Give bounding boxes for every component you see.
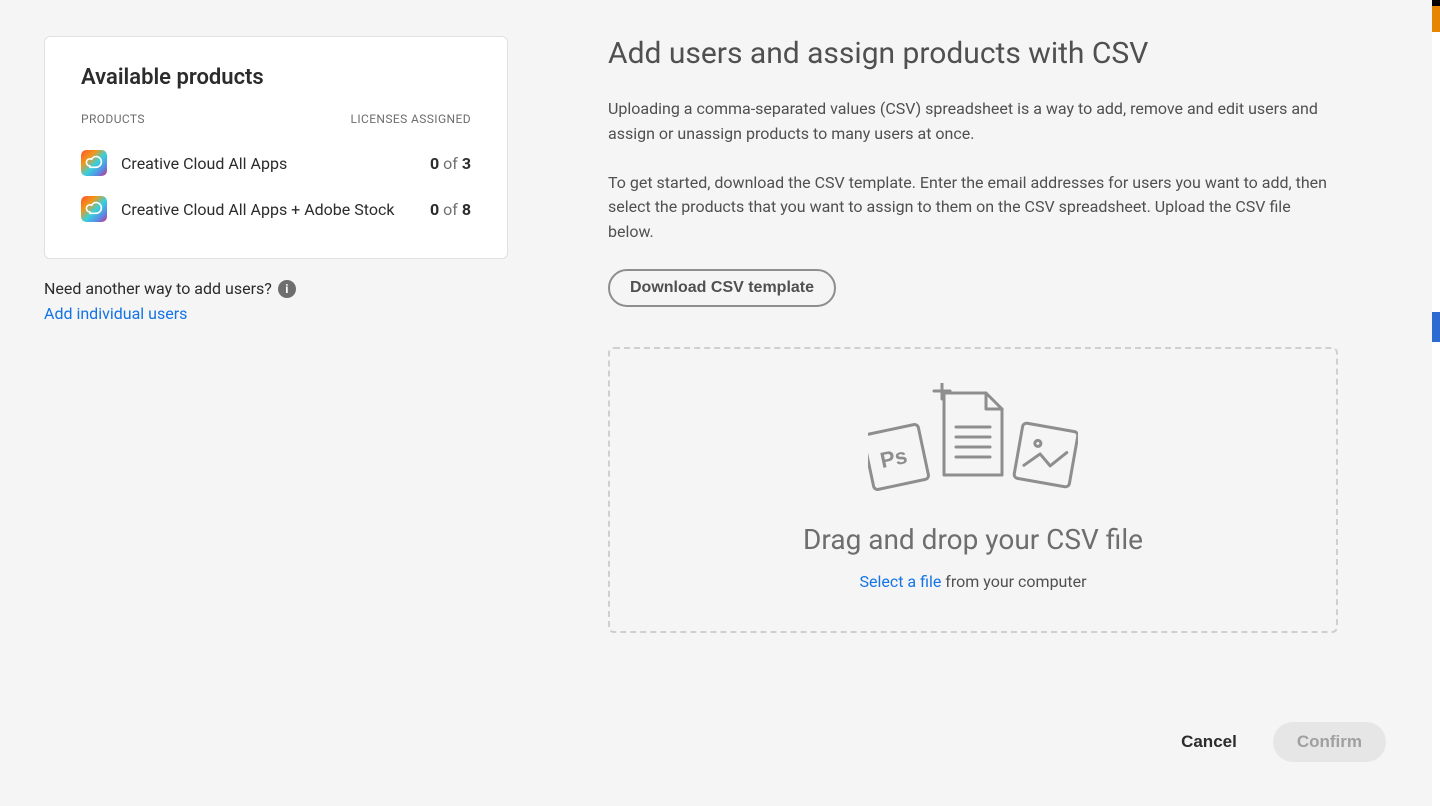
cancel-button[interactable]: Cancel (1181, 732, 1237, 752)
product-name: Creative Cloud All Apps + Adobe Stock (121, 200, 394, 219)
dropzone-illustration-icon: Ps (630, 383, 1316, 499)
creative-cloud-icon (81, 150, 107, 176)
col-header-licenses: LICENSES ASSIGNED (350, 112, 471, 126)
window-edge (1432, 0, 1440, 806)
creative-cloud-icon (81, 196, 107, 222)
license-count: 0 of 8 (430, 200, 471, 219)
page-title: Add users and assign products with CSV (608, 36, 1338, 71)
add-individual-users-link[interactable]: Add individual users (44, 304, 187, 323)
card-title: Available products (81, 65, 471, 90)
dropzone-title: Drag and drop your CSV file (630, 523, 1316, 556)
intro-paragraph-1: Uploading a comma-separated values (CSV)… (608, 97, 1338, 147)
csv-dropzone[interactable]: Ps Drag and drop your CSV file Select a … (608, 347, 1338, 633)
license-count: 0 of 3 (430, 154, 471, 173)
product-row: Creative Cloud All Apps 0 of 3 (81, 140, 471, 186)
available-products-card: Available products PRODUCTS LICENSES ASS… (44, 36, 508, 259)
col-header-products: PRODUCTS (81, 112, 145, 126)
download-csv-template-button[interactable]: Download CSV template (608, 269, 836, 307)
product-row: Creative Cloud All Apps + Adobe Stock 0 … (81, 186, 471, 232)
info-icon[interactable]: i (278, 280, 296, 298)
intro-paragraph-2: To get started, download the CSV templat… (608, 171, 1338, 245)
need-another-way-text: Need another way to add users? (44, 279, 272, 298)
svg-text:Ps: Ps (878, 443, 910, 473)
confirm-button[interactable]: Confirm (1273, 722, 1386, 762)
select-file-link[interactable]: Select a file (859, 572, 941, 591)
product-name: Creative Cloud All Apps (121, 154, 287, 173)
from-computer-text: from your computer (941, 572, 1086, 591)
